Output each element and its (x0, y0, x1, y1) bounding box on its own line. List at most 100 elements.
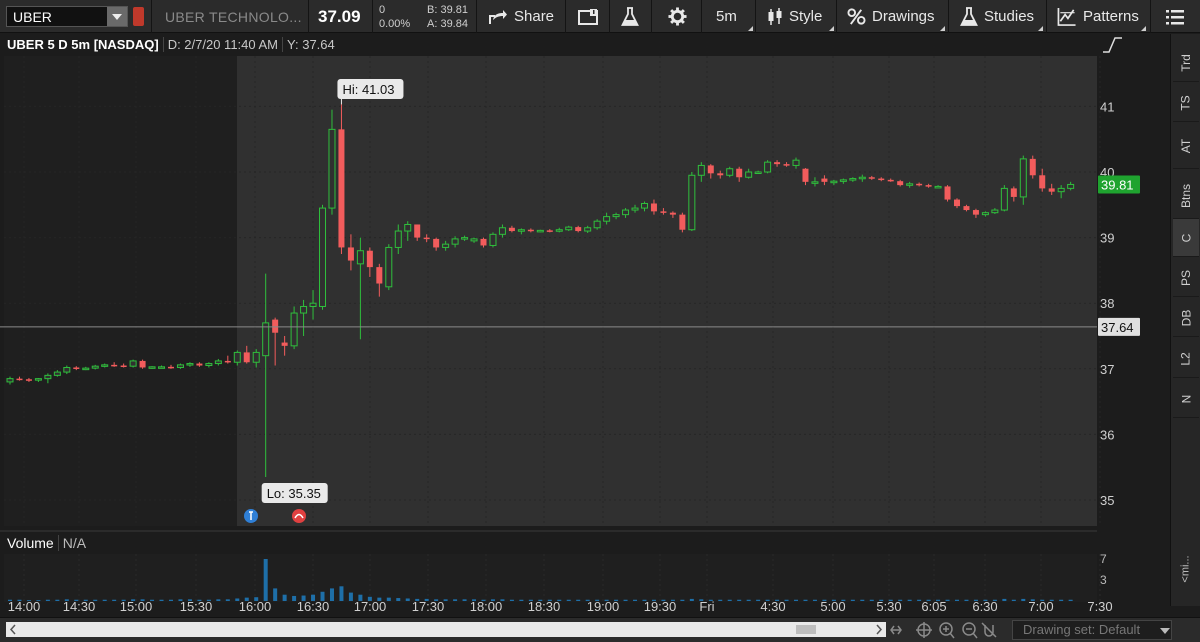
toolbar-divider (651, 0, 652, 33)
gear-icon (668, 7, 687, 26)
candle-body (745, 171, 753, 178)
settings-button[interactable] (668, 0, 687, 33)
scroll-left-icon[interactable] (8, 622, 18, 637)
toolbar-divider (836, 0, 837, 33)
candle-body (233, 351, 241, 363)
style-button[interactable]: Style (767, 0, 822, 33)
time-tick-label: 15:00 (120, 599, 153, 614)
side-tab-ps[interactable]: PS (1173, 259, 1199, 297)
expand-left-icon (890, 625, 902, 635)
candle-body (954, 199, 960, 207)
toolbar-divider (1046, 0, 1047, 33)
side-tab-label: C (1178, 233, 1193, 242)
chevron-down-icon[interactable] (107, 7, 127, 26)
price-tick-label: 35 (1100, 493, 1114, 508)
side-tab-db[interactable]: DB (1173, 299, 1199, 337)
time-tick-label: 7:30 (1087, 599, 1112, 614)
candle-body (972, 210, 979, 215)
candle-body (792, 159, 800, 166)
menu-button[interactable] (1166, 0, 1184, 33)
candle-body (849, 178, 857, 181)
symbol-link-button[interactable] (133, 7, 144, 26)
chart-title: UBER 5 D 5m [NASDAQ] (7, 36, 159, 52)
candle-body (489, 233, 497, 246)
candle-body (981, 212, 989, 216)
scroll-right-icon[interactable] (874, 622, 884, 637)
volume-bar (55, 599, 60, 601)
screenshot-button[interactable] (578, 0, 598, 33)
bid-price: B: 39.81 (427, 4, 468, 16)
side-tab-at[interactable]: AT (1173, 124, 1199, 169)
volume-bar (907, 599, 912, 601)
cursor-y-value: Y: 37.64 (282, 36, 339, 52)
candle-body (196, 363, 203, 366)
candle-body (25, 379, 32, 381)
toolbar-divider (372, 0, 373, 33)
candle-body (6, 378, 14, 383)
volume-bar (453, 599, 458, 601)
symbol-input[interactable]: UBER (7, 9, 107, 25)
side-tab-l2[interactable]: L2 (1173, 340, 1199, 378)
patterns-icon (1057, 7, 1076, 26)
volume-bar (396, 598, 401, 601)
side-tab-trd[interactable]: Trd (1173, 44, 1199, 82)
candle-body (224, 360, 231, 363)
candle-body (470, 238, 478, 242)
zoom-controls[interactable] (890, 619, 1002, 641)
volume-bar (1068, 599, 1073, 601)
candle-body (451, 238, 459, 245)
drawings-button[interactable]: Drawings (847, 0, 935, 33)
side-tab-ts[interactable]: TS (1173, 84, 1199, 122)
side-tab-btns[interactable]: Btns (1173, 174, 1199, 219)
price-chart[interactable]: 3536373839404173 14:00 14:30 15:00 15:30 16:… (0, 34, 1170, 617)
studies-button[interactable]: Studies (960, 0, 1034, 33)
candle-body (717, 173, 724, 176)
candle-body (603, 216, 611, 222)
candle-body (650, 203, 657, 212)
candle-body (91, 365, 99, 369)
candle-body (527, 229, 534, 232)
side-tab-n[interactable]: N (1173, 380, 1199, 418)
conference-call-icon (292, 509, 306, 523)
chevron-down-icon[interactable] (1160, 628, 1170, 634)
candle-body (660, 211, 667, 213)
toolbar-divider (476, 0, 477, 33)
crosshair-price-label: 37.64 (1101, 320, 1134, 335)
time-tick-label: 17:00 (354, 599, 387, 614)
patterns-button[interactable]: Patterns (1057, 0, 1139, 33)
dropdown-corner-icon (829, 26, 834, 31)
volume-bar (509, 599, 514, 601)
symbol-selector[interactable]: UBER (6, 6, 128, 27)
candle-body (53, 371, 61, 376)
candle-body (139, 360, 146, 368)
candle-body (726, 168, 734, 176)
candle-body (328, 128, 336, 209)
side-tab-label: N (1178, 394, 1193, 403)
volume-bar (746, 599, 751, 601)
candle-body (404, 223, 412, 232)
toolbar-divider (1150, 0, 1151, 33)
side-tab-c[interactable]: C (1173, 219, 1199, 257)
drawing-set-selector[interactable]: Drawing set: Default (1012, 620, 1172, 640)
candle-body (433, 238, 440, 248)
candle-body (129, 360, 137, 367)
aggregation-button[interactable]: 5m (716, 0, 737, 33)
scroll-thumb[interactable] (796, 625, 816, 634)
volume-bar (794, 599, 799, 601)
company-name: UBER TECHNOLO... (165, 9, 302, 25)
time-tick-label: 17:30 (412, 599, 445, 614)
candle-body (1067, 183, 1075, 189)
candle-body (186, 363, 194, 366)
candle-body (897, 181, 904, 186)
candle-body (214, 360, 222, 365)
horizontal-scrollbar[interactable] (6, 622, 886, 637)
collapse-panel-button[interactable]: <mi... (1175, 544, 1197, 594)
volume-title: Volume (7, 535, 54, 551)
candle-body (300, 305, 308, 314)
volume-bar (1011, 599, 1016, 601)
volume-bar (102, 599, 107, 601)
volume-bar (633, 599, 638, 601)
flask-button[interactable] (621, 0, 639, 33)
candle-body (555, 229, 563, 232)
share-button[interactable]: Share (488, 0, 554, 33)
